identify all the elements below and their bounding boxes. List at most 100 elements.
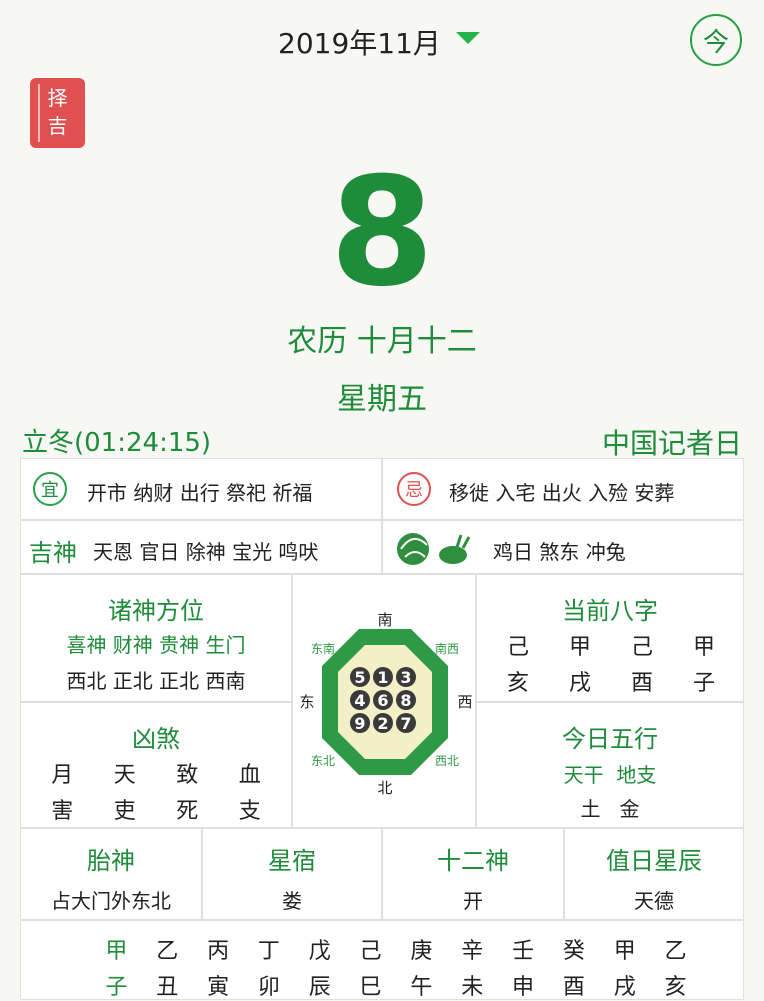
jishen-items: 天恩 官日 除神 宝光 鸣吠 <box>93 540 319 564</box>
grid-num: 5 <box>354 668 365 687</box>
ji-icon: 忌 <box>397 472 431 506</box>
hour-ganzhi-cell[interactable]: 甲 乙 丙 丁 戊 己 庚 辛 壬 癸 甲 乙 子 丑 寅 卯 辰 巳 午 未 … <box>20 920 744 1000</box>
wuxing-cell[interactable]: 今日五行 天干 地支 土 金 <box>476 702 744 828</box>
taishen-title: 胎神 <box>87 847 135 875</box>
stem-char: 甲 <box>105 939 128 964</box>
branch-char: 未 <box>461 975 484 1000</box>
branch-char: 卯 <box>257 975 280 1000</box>
branch-char: 寅 <box>207 975 230 1000</box>
dir-northeast: 东北 <box>311 754 335 768</box>
yi-row[interactable]: 宜 开市 纳财 出行 祭祀 祈福 <box>20 458 382 520</box>
xiongsha-char: 吏 <box>113 799 136 824</box>
bazi-char: 己 <box>630 635 653 660</box>
weekday: 星期五 <box>337 382 427 417</box>
branch-char: 申 <box>512 975 535 1000</box>
bazi-char: 甲 <box>568 635 591 660</box>
ji-items: 移徙 入宅 出火 入殓 安葬 <box>449 481 675 505</box>
branch-char: 酉 <box>562 975 585 1000</box>
grid-num: 4 <box>354 691 365 710</box>
dir-southwest: 南西 <box>435 641 459 656</box>
zhiri-title: 值日星辰 <box>606 847 702 875</box>
stem-char: 丁 <box>257 939 280 964</box>
jishen-row[interactable]: 吉神 天恩 官日 除神 宝光 鸣吠 <box>20 520 382 574</box>
stem-char: 壬 <box>512 939 535 964</box>
bazi-title: 当前八字 <box>562 597 658 625</box>
compass-cell[interactable]: 南 北 东 西 东南 南西 东北 西北 5 1 3 4 6 8 9 2 7 <box>292 574 476 828</box>
taishen-value: 占大门外东北 <box>51 889 171 913</box>
zhushen-gods: 喜神 财神 贵神 生门 <box>66 633 246 657</box>
xiongsha-cell[interactable]: 凶煞 月 天 致 血 害 吏 死 支 <box>20 702 292 828</box>
xiongsha-char: 害 <box>51 799 74 824</box>
month-selector[interactable]: 2019年11月 <box>278 22 441 62</box>
stem-char: 甲 <box>613 939 636 964</box>
bazi-char: 己 <box>506 635 529 660</box>
lunar-date: 农历 十月十二 <box>287 324 477 359</box>
chevron-down-icon[interactable] <box>456 32 480 44</box>
today-button[interactable]: 今 <box>690 14 742 66</box>
xiongsha-char: 致 <box>176 763 199 788</box>
dir-east: 东 <box>299 693 314 711</box>
wuxing-title: 今日五行 <box>562 725 658 753</box>
bazi-char: 子 <box>692 671 715 696</box>
zeji-button[interactable]: 择 吉 <box>30 78 85 148</box>
grid-num: 8 <box>400 691 411 710</box>
zodiac-items: 鸡日 煞东 冲兔 <box>493 540 626 564</box>
branch-char: 巳 <box>359 975 382 1000</box>
bazi-char: 亥 <box>506 671 529 696</box>
shiershen-cell[interactable]: 十二神 开 <box>382 828 564 920</box>
dir-southeast: 东南 <box>311 641 335 656</box>
bagua-compass: 南 北 东 西 东南 南西 东北 西北 5 1 3 4 6 8 9 2 7 <box>299 611 472 797</box>
wuxing-values: 土 金 <box>580 797 640 821</box>
stem-char: 戊 <box>308 939 331 964</box>
branch-char: 辰 <box>308 975 331 1000</box>
day-number: 8 <box>329 146 435 320</box>
xiongsha-char: 天 <box>113 763 136 788</box>
shiershen-value: 开 <box>463 889 483 913</box>
zhushen-cell[interactable]: 诸神方位 喜神 财神 贵神 生门 西北 正北 正北 西南 <box>20 574 292 702</box>
dir-north: 北 <box>377 779 392 797</box>
zhushen-directions: 西北 正北 正北 西南 <box>66 669 246 693</box>
xingxiu-value: 娄 <box>282 889 302 913</box>
zodiac-row[interactable]: 鸡日 煞东 冲兔 <box>382 520 744 574</box>
dir-northwest: 西北 <box>435 754 459 768</box>
bazi-char: 甲 <box>692 635 715 660</box>
solar-term: 立冬(01:24:15) <box>22 428 212 458</box>
xiongsha-char: 月 <box>51 763 74 788</box>
xiongsha-char: 支 <box>238 799 261 824</box>
zeji-char-1: 择 <box>47 86 68 110</box>
grid-num: 3 <box>400 668 411 687</box>
branch-char: 戌 <box>613 975 636 1000</box>
zhiri-cell[interactable]: 值日星辰 天德 <box>564 828 744 920</box>
festival: 中国记者日 <box>601 427 742 460</box>
branch-char: 子 <box>105 975 128 1000</box>
shiershen-title: 十二神 <box>437 847 509 875</box>
dir-south: 南 <box>377 611 392 629</box>
rooster-rabbit-icon <box>397 533 471 565</box>
taishen-cell[interactable]: 胎神 占大门外东北 <box>20 828 202 920</box>
ji-row[interactable]: 忌 移徙 入宅 出火 入殓 安葬 <box>382 458 744 520</box>
grid-num: 2 <box>377 714 388 733</box>
bazi-cell[interactable]: 当前八字 己 甲 己 甲 亥 戌 酉 子 <box>476 574 744 702</box>
xiongsha-char: 血 <box>238 763 261 788</box>
bazi-char: 戌 <box>568 671 591 696</box>
stem-char: 辛 <box>461 939 484 964</box>
wuxing-labels: 天干 地支 <box>563 763 657 787</box>
dir-west: 西 <box>457 693 472 711</box>
jishen-label: 吉神 <box>29 539 77 567</box>
grid-num: 7 <box>400 714 411 733</box>
zhushen-title: 诸神方位 <box>108 597 204 625</box>
grid-num: 6 <box>377 691 388 710</box>
branch-char: 亥 <box>664 975 687 1000</box>
xiongsha-title: 凶煞 <box>132 725 180 753</box>
stem-char: 庚 <box>410 939 433 964</box>
xingxiu-title: 星宿 <box>268 847 316 875</box>
yi-items: 开市 纳财 出行 祭祀 祈福 <box>87 481 313 505</box>
grid-num: 9 <box>354 714 365 733</box>
bazi-char: 酉 <box>630 671 653 696</box>
zhiri-value: 天德 <box>634 889 674 913</box>
grid-num: 1 <box>377 668 388 687</box>
xingxiu-cell[interactable]: 星宿 娄 <box>202 828 382 920</box>
yi-icon: 宜 <box>33 472 67 506</box>
stem-char: 己 <box>359 939 382 964</box>
zeji-char-2: 吉 <box>47 114 68 138</box>
